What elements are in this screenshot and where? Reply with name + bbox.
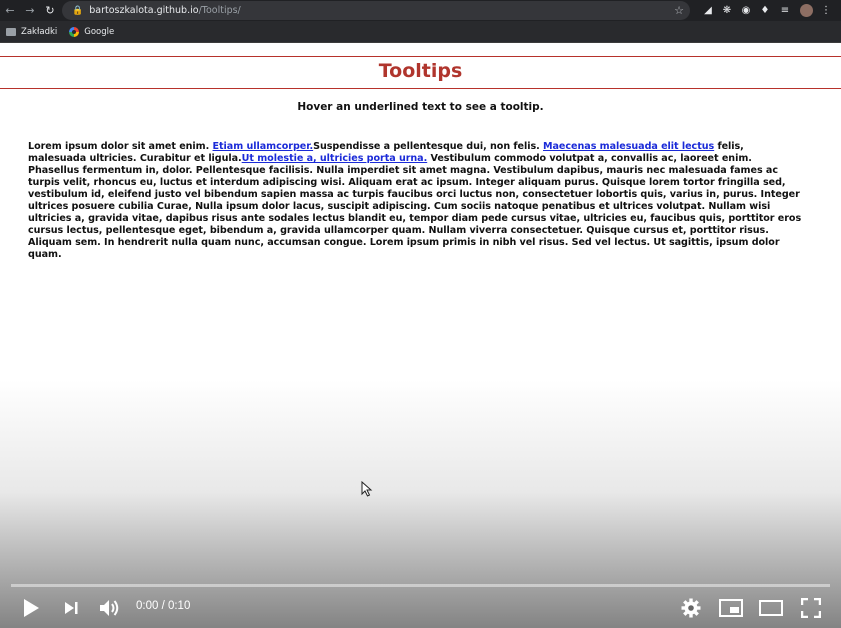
miniplayer-button[interactable] bbox=[719, 596, 743, 620]
play-button[interactable] bbox=[19, 596, 43, 620]
tooltip-link-ut-molestie[interactable]: Ut molestie a, ultricies porta urna. bbox=[242, 153, 428, 164]
theater-mode-icon bbox=[759, 600, 783, 616]
menu-dots-icon[interactable]: ⋮ bbox=[818, 0, 834, 21]
extensions-puzzle-icon[interactable]: ♦ bbox=[757, 0, 773, 21]
page-content: Tooltips Hover an underlined text to see… bbox=[0, 43, 841, 628]
extension-gear-icon[interactable]: ❋ bbox=[719, 0, 735, 21]
address-bar[interactable]: 🔒 bartoszkalota.github.io/Tooltips/ ☆ bbox=[62, 1, 690, 20]
fullscreen-button[interactable] bbox=[799, 596, 823, 620]
play-icon bbox=[24, 599, 39, 617]
bookmark-label: Google bbox=[84, 26, 115, 37]
time-display: 0:00 / 0:10 bbox=[136, 600, 191, 612]
bookmark-label: Zakładki bbox=[21, 26, 58, 37]
tooltip-link-maecenas[interactable]: Maecenas malesuada elit lectus bbox=[543, 141, 714, 152]
tooltip-link-etiam[interactable]: Etiam ullamcorper. bbox=[213, 141, 314, 152]
extension-icon[interactable]: ◢ bbox=[700, 0, 716, 21]
bookmark-folder-zakladki[interactable]: Zakładki bbox=[6, 27, 57, 37]
video-progress-bar[interactable] bbox=[11, 584, 830, 587]
next-button[interactable] bbox=[59, 596, 83, 620]
page-title: Tooltips bbox=[378, 60, 463, 82]
bookmark-google[interactable]: Google bbox=[69, 26, 115, 37]
skip-next-icon bbox=[65, 602, 78, 614]
browser-toolbar: ← → ↻ 🔒 bartoszkalota.github.io/Tooltips… bbox=[0, 0, 841, 21]
bookmark-star-icon[interactable]: ☆ bbox=[674, 4, 684, 17]
back-icon[interactable]: ← bbox=[0, 0, 20, 21]
fullscreen-icon bbox=[801, 598, 821, 618]
google-icon bbox=[69, 26, 80, 37]
reload-icon[interactable]: ↻ bbox=[40, 0, 60, 21]
folder-icon bbox=[6, 27, 16, 36]
bookmarks-bar: Zakładki Google bbox=[0, 21, 841, 43]
media-control-icon[interactable]: ≡ bbox=[777, 0, 793, 21]
url-host: bartoszkalota.github.io bbox=[89, 5, 199, 16]
extension-circle-icon[interactable]: ◉ bbox=[738, 0, 754, 21]
paragraph-text: Vestibulum commodo volutpat a, convallis… bbox=[28, 153, 802, 260]
forward-icon[interactable]: → bbox=[20, 0, 40, 21]
profile-avatar[interactable] bbox=[800, 4, 813, 17]
page-subtitle: Hover an underlined text to see a toolti… bbox=[297, 101, 544, 113]
video-controls: 0:00 / 0:10 bbox=[0, 590, 841, 626]
theater-mode-button[interactable] bbox=[759, 596, 783, 620]
lorem-paragraph: Lorem ipsum dolor sit amet enim. Etiam u… bbox=[28, 141, 804, 261]
paragraph-text: Lorem ipsum dolor sit amet enim. bbox=[28, 141, 213, 152]
url-path: /Tooltips/ bbox=[198, 5, 241, 16]
miniplayer-icon bbox=[719, 599, 743, 617]
gear-icon bbox=[681, 598, 701, 618]
mute-button[interactable] bbox=[98, 596, 122, 620]
settings-button[interactable] bbox=[679, 596, 703, 620]
title-bar: Tooltips bbox=[0, 56, 841, 89]
volume-icon bbox=[100, 600, 119, 616]
paragraph-text: Suspendisse a pellentesque dui, non feli… bbox=[313, 141, 544, 152]
lock-icon[interactable]: 🔒 bbox=[72, 6, 83, 16]
